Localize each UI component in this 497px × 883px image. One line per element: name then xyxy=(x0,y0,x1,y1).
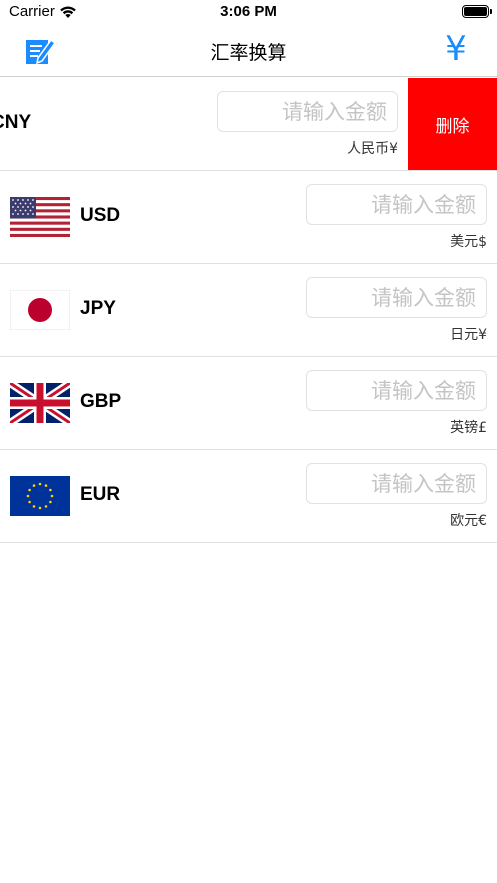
currency-unit: 人民币¥ xyxy=(347,141,398,157)
currency-code: USD xyxy=(80,205,121,226)
navigation-bar: 汇率换算 ¥ xyxy=(0,24,497,77)
row-content: USD 美元$ xyxy=(0,171,497,263)
currency-row-gbp[interactable]: GBP 英镑£ xyxy=(0,357,497,450)
delete-button[interactable]: 删除 xyxy=(408,78,497,170)
clock: 3:06 PM xyxy=(220,3,277,20)
eu-flag-icon xyxy=(10,476,70,516)
currency-code: CNY xyxy=(0,112,32,133)
japan-flag-icon xyxy=(9,289,71,331)
currency-code: JPY xyxy=(80,298,116,319)
currency-unit: 日元¥ xyxy=(450,327,487,343)
currency-row-jpy[interactable]: JPY 日元¥ xyxy=(0,264,497,357)
currency-row-cny[interactable]: CNY 人民币¥ 删除 xyxy=(0,78,497,171)
battery-icon xyxy=(462,5,492,18)
us-flag-icon xyxy=(10,197,70,237)
amount-input-gbp[interactable] xyxy=(306,370,487,411)
page-title: 汇率换算 xyxy=(210,42,287,64)
status-bar: Carrier 3:06 PM xyxy=(0,0,497,24)
currency-unit: 美元$ xyxy=(450,234,487,250)
currency-code: GBP xyxy=(80,391,122,412)
amount-input-jpy[interactable] xyxy=(306,277,487,318)
currency-list: CNY 人民币¥ 删除 xyxy=(0,78,497,543)
currency-unit: 英镑£ xyxy=(450,420,487,436)
amount-input-cny[interactable] xyxy=(217,91,398,132)
amount-input-usd[interactable] xyxy=(306,184,487,225)
currency-select-icon[interactable]: ¥ xyxy=(442,31,470,67)
currency-unit: 欧元€ xyxy=(450,513,487,529)
row-content: CNY 人民币¥ xyxy=(0,78,408,170)
currency-row-usd[interactable]: USD 美元$ xyxy=(0,171,497,264)
uk-flag-icon xyxy=(7,379,73,427)
amount-input-eur[interactable] xyxy=(306,463,487,504)
currency-row-eur[interactable]: EUR 欧元€ xyxy=(0,450,497,543)
currency-code: EUR xyxy=(80,484,121,505)
row-content: JPY 日元¥ xyxy=(0,264,497,356)
row-content: GBP 英镑£ xyxy=(0,357,497,449)
row-content: EUR 欧元€ xyxy=(0,450,497,542)
